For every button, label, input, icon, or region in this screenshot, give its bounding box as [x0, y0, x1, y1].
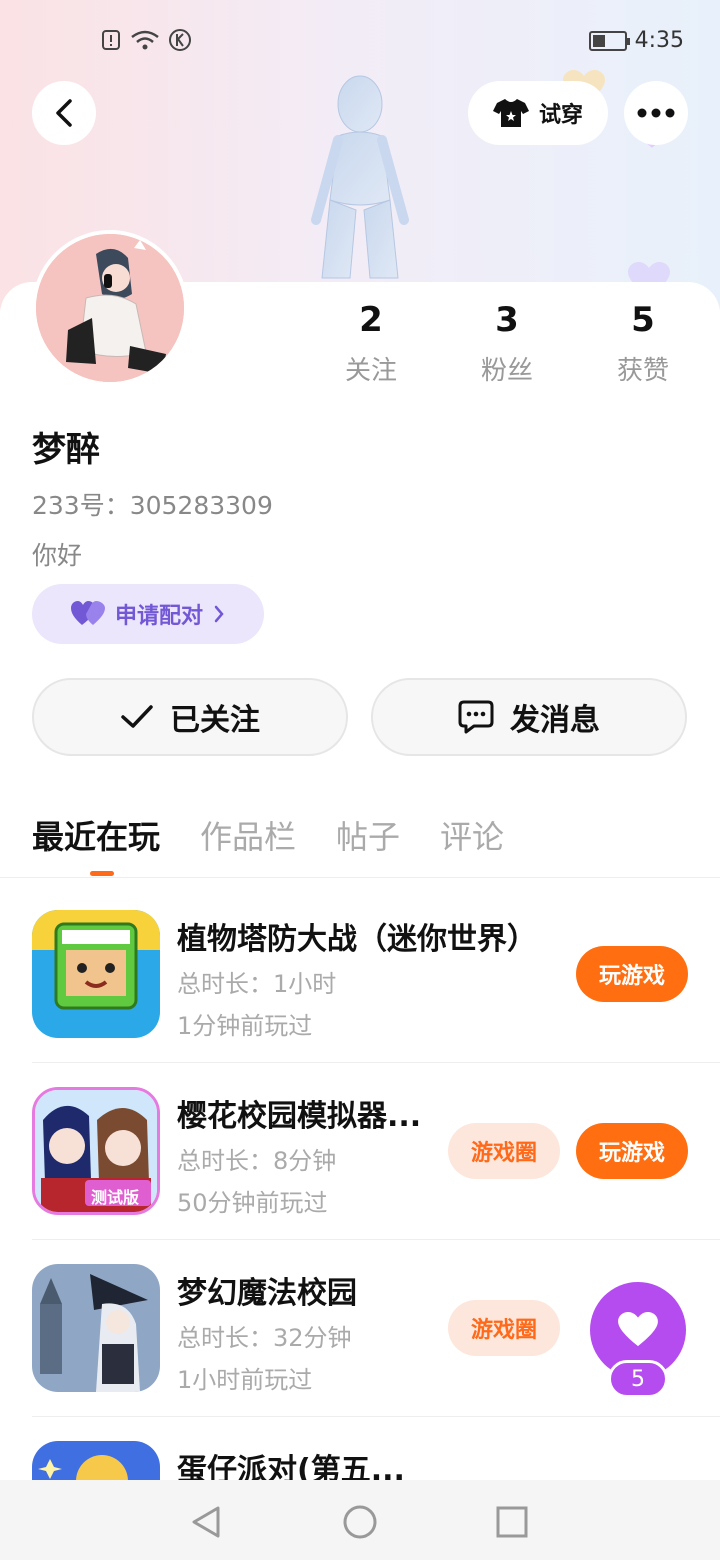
stat-fans[interactable]: 3 粉丝 [452, 300, 562, 387]
game-duration: 总时长：8分钟 [177, 1147, 337, 1175]
heart-icon [618, 1312, 658, 1347]
game-name: 植物塔防大战（迷你世界） [177, 922, 537, 957]
avatar-illustration [36, 234, 184, 382]
play-game-button[interactable]: 玩游戏 [576, 946, 688, 1002]
chat-bubble-icon [458, 700, 494, 734]
game-circle-button[interactable]: 游戏圈 [448, 1123, 560, 1179]
status-time: 4:35 [634, 28, 684, 53]
game-row[interactable]: 测试版 樱花校园模拟器... 总时长：8分钟 50分钟前玩过 游戏圈 玩游戏 [32, 1087, 720, 1264]
nav-home-icon[interactable] [340, 1502, 380, 1542]
followed-button[interactable]: 已关注 [32, 678, 348, 756]
status-icons [100, 28, 192, 52]
alert-icon [102, 30, 120, 50]
try-on-label: 试穿 [538, 103, 583, 128]
chevron-right-icon [214, 605, 224, 623]
status-bar: 4:35 [0, 22, 720, 62]
user-bio: 你好 [32, 541, 83, 570]
wifi-icon [131, 30, 159, 50]
tab-posts[interactable]: 帖子 [336, 812, 400, 858]
stat-likes-label: 获赞 [616, 356, 669, 386]
test-version-badge: 测试版 [91, 1188, 140, 1207]
battery-icon [588, 30, 630, 51]
game-last-played: 1小时前玩过 [177, 1366, 313, 1394]
apply-pairing-label: 申请配对 [114, 604, 203, 629]
status-right: 4:35 [588, 28, 684, 53]
active-tab-indicator [90, 871, 114, 876]
nav-recents-icon[interactable] [492, 1502, 532, 1542]
check-icon [121, 705, 153, 728]
stat-following[interactable]: 2 关注 [316, 300, 426, 387]
play-game-button[interactable]: 玩游戏 [576, 1123, 688, 1179]
game-duration: 总时长：32分钟 [177, 1324, 352, 1352]
send-message-label: 发消息 [510, 703, 600, 738]
game-circle-button[interactable]: 游戏圈 [448, 1300, 560, 1356]
tab-works[interactable]: 作品栏 [200, 812, 296, 858]
double-heart-icon [70, 601, 105, 625]
game-last-played: 1分钟前玩过 [177, 1012, 313, 1040]
game-icon [32, 1264, 160, 1392]
k-icon [169, 29, 191, 51]
row-divider [32, 1239, 720, 1240]
apply-pairing-button[interactable]: 申请配对 [32, 584, 264, 644]
system-nav-bar [0, 1480, 720, 1560]
chevron-left-icon [56, 99, 72, 127]
stat-likes[interactable]: 5 获赞 [588, 300, 698, 387]
game-last-played: 50分钟前玩过 [177, 1189, 328, 1217]
game-icon [32, 910, 160, 1038]
stat-fans-count: 3 [495, 300, 519, 340]
game-icon: 测试版 [32, 1087, 160, 1215]
row-divider [32, 1416, 720, 1417]
stat-likes-count: 5 [631, 300, 655, 340]
stat-fans-label: 粉丝 [480, 356, 533, 386]
stat-following-count: 2 [359, 300, 383, 340]
game-name: 樱花校园模拟器... [177, 1099, 422, 1134]
more-button[interactable] [624, 81, 688, 145]
followed-label: 已关注 [170, 703, 260, 738]
stat-following-label: 关注 [344, 356, 397, 386]
send-message-button[interactable]: 发消息 [371, 678, 687, 756]
game-duration: 总时长：1小时 [177, 970, 337, 998]
avatar-outfit-figure[interactable] [300, 70, 420, 280]
tab-recently-played[interactable]: 最近在玩 [32, 812, 160, 858]
nav-back-icon[interactable] [186, 1502, 226, 1542]
more-dots-icon [637, 108, 675, 118]
tabs-divider [0, 877, 720, 878]
profile-tabs: 最近在玩 作品栏 帖子 评论 [32, 812, 504, 858]
username: 梦醉 [32, 430, 100, 470]
row-divider [32, 1062, 720, 1063]
back-button[interactable] [32, 81, 96, 145]
user-id: 233号：305283309 [32, 491, 273, 520]
try-on-button[interactable]: 试穿 [468, 81, 608, 145]
tab-comments[interactable]: 评论 [440, 812, 504, 858]
avatar[interactable] [32, 230, 188, 386]
like-count-badge: 5 [608, 1360, 668, 1398]
game-row[interactable]: 植物塔防大战（迷你世界） 总时长：1小时 1分钟前玩过 玩游戏 [32, 910, 720, 1087]
tshirt-icon [492, 99, 529, 127]
game-name: 梦幻魔法校园 [177, 1276, 357, 1311]
